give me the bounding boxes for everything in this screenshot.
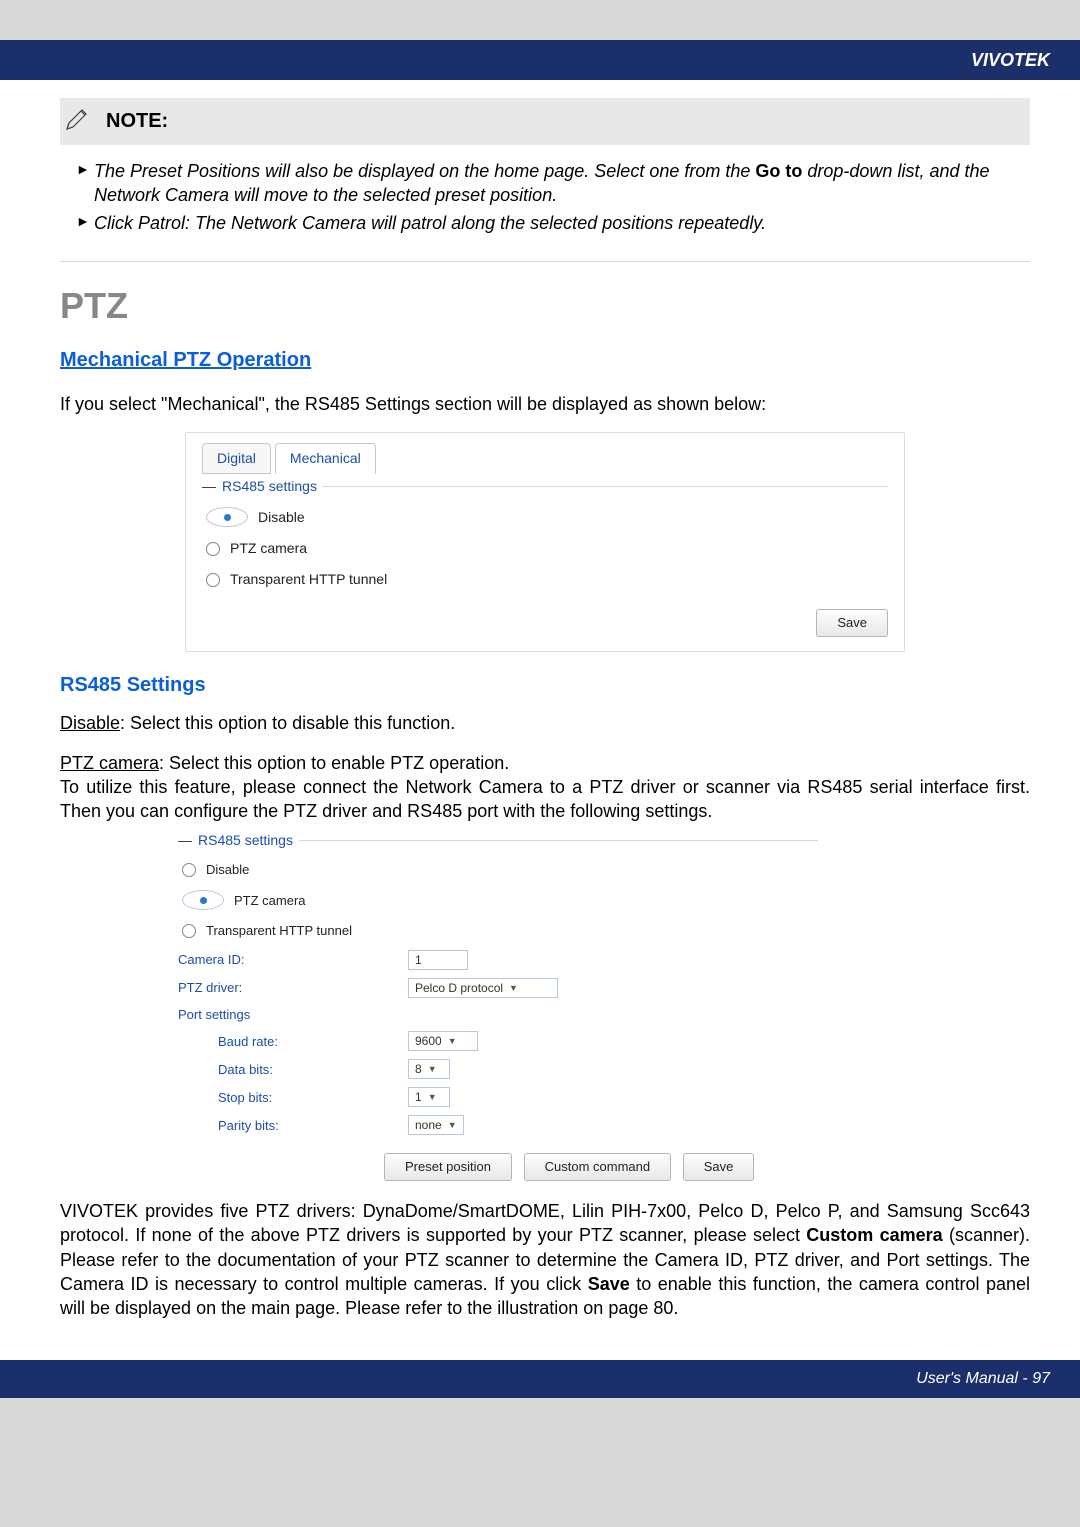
custom-command-button[interactable]: Custom command xyxy=(524,1153,671,1181)
radio-ptz[interactable]: PTZ camera xyxy=(202,533,888,564)
row-baud: Baud rate: 9600▼ xyxy=(178,1027,818,1055)
rs485-fieldset-2: —RS485 settings Disable PTZ camera Trans… xyxy=(178,840,818,1181)
radio-icon xyxy=(206,507,248,527)
note-item-1: The Preset Positions will also be displa… xyxy=(76,159,1030,208)
radio-tunnel[interactable]: Transparent HTTP tunnel xyxy=(202,564,888,595)
radio-icon xyxy=(206,573,220,587)
chevron-down-icon: ▼ xyxy=(509,982,518,994)
intro-text: If you select "Mechanical", the RS485 Se… xyxy=(60,392,1030,416)
note-item-2: Click Patrol: The Network Camera will pa… xyxy=(76,211,1030,235)
pencil-icon xyxy=(64,104,92,138)
brand-text: VIVOTEK xyxy=(971,50,1050,70)
radio-disable-2[interactable]: Disable xyxy=(178,855,818,885)
camera-id-input[interactable]: 1 xyxy=(408,950,468,970)
radio-icon xyxy=(206,542,220,556)
stop-bits-select[interactable]: 1▼ xyxy=(408,1087,450,1107)
ptz-driver-select[interactable]: Pelco D protocol▼ xyxy=(408,978,558,998)
chevron-down-icon: ▼ xyxy=(428,1091,437,1103)
parity-select[interactable]: none▼ xyxy=(408,1115,464,1135)
disable-para: Disable: Select this option to disable t… xyxy=(60,711,1030,735)
row-ptz-driver: PTZ driver: Pelco D protocol▼ xyxy=(178,974,818,1002)
closing-para: VIVOTEK provides five PTZ drivers: DynaD… xyxy=(60,1199,1030,1320)
row-camera-id: Camera ID: 1 xyxy=(178,946,818,974)
chevron-down-icon: ▼ xyxy=(448,1119,457,1131)
tab-mechanical[interactable]: Mechanical xyxy=(275,443,376,474)
footer-bar: User's Manual - 97 xyxy=(0,1360,1080,1398)
radio-disable[interactable]: Disable xyxy=(202,501,888,533)
radio-icon xyxy=(182,863,196,877)
row-data-bits: Data bits: 8▼ xyxy=(178,1055,818,1083)
radio-ptz-2[interactable]: PTZ camera xyxy=(178,884,818,916)
section-heading: Mechanical PTZ Operation xyxy=(60,347,1030,374)
preset-position-button[interactable]: Preset position xyxy=(384,1153,512,1181)
save-button-2[interactable]: Save xyxy=(683,1153,755,1181)
rs485-fieldset: —RS485 settings Disable PTZ camera Trans… xyxy=(202,486,888,636)
data-bits-select[interactable]: 8▼ xyxy=(408,1059,450,1079)
note-header: NOTE: xyxy=(60,98,1030,144)
brand-bar: VIVOTEK xyxy=(0,40,1080,80)
radio-icon xyxy=(182,924,196,938)
chevron-down-icon: ▼ xyxy=(428,1063,437,1075)
rs485-screenshot-1: Digital Mechanical —RS485 settings Disab… xyxy=(185,432,905,651)
rs485-settings-heading: RS485 Settings xyxy=(60,672,1030,699)
footer-text: User's Manual - 97 xyxy=(916,1370,1050,1387)
row-port-settings: Port settings xyxy=(178,1002,818,1028)
note-title: NOTE: xyxy=(106,108,168,135)
save-button[interactable]: Save xyxy=(816,609,888,637)
note-list: The Preset Positions will also be displa… xyxy=(76,159,1030,236)
page-title: PTZ xyxy=(60,282,1030,331)
baud-select[interactable]: 9600▼ xyxy=(408,1031,478,1051)
rs485-screenshot-2: —RS485 settings Disable PTZ camera Trans… xyxy=(178,840,818,1181)
rs485-legend-2[interactable]: —RS485 settings xyxy=(178,831,299,850)
row-stop-bits: Stop bits: 1▼ xyxy=(178,1083,818,1111)
radio-tunnel-2[interactable]: Transparent HTTP tunnel xyxy=(178,916,818,946)
tab-digital[interactable]: Digital xyxy=(202,443,271,474)
ptz-para-1: PTZ camera: Select this option to enable… xyxy=(60,751,1030,775)
chevron-down-icon: ▼ xyxy=(448,1035,457,1047)
ptz-para-2: To utilize this feature, please connect … xyxy=(60,775,1030,824)
radio-icon xyxy=(182,890,224,910)
divider xyxy=(60,261,1030,262)
row-parity-bits: Parity bits: none▼ xyxy=(178,1111,818,1139)
rs485-legend[interactable]: —RS485 settings xyxy=(202,477,323,496)
